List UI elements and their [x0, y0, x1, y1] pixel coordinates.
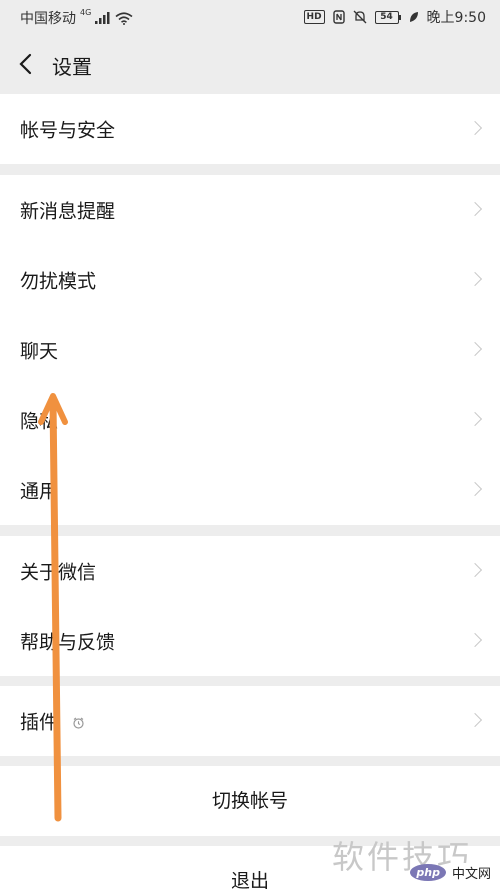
site-logo: php 中文网	[410, 863, 494, 882]
php-logo-badge: php	[410, 864, 446, 881]
annotation-arrow	[38, 393, 68, 822]
php-logo-text: 中文网	[448, 863, 494, 882]
